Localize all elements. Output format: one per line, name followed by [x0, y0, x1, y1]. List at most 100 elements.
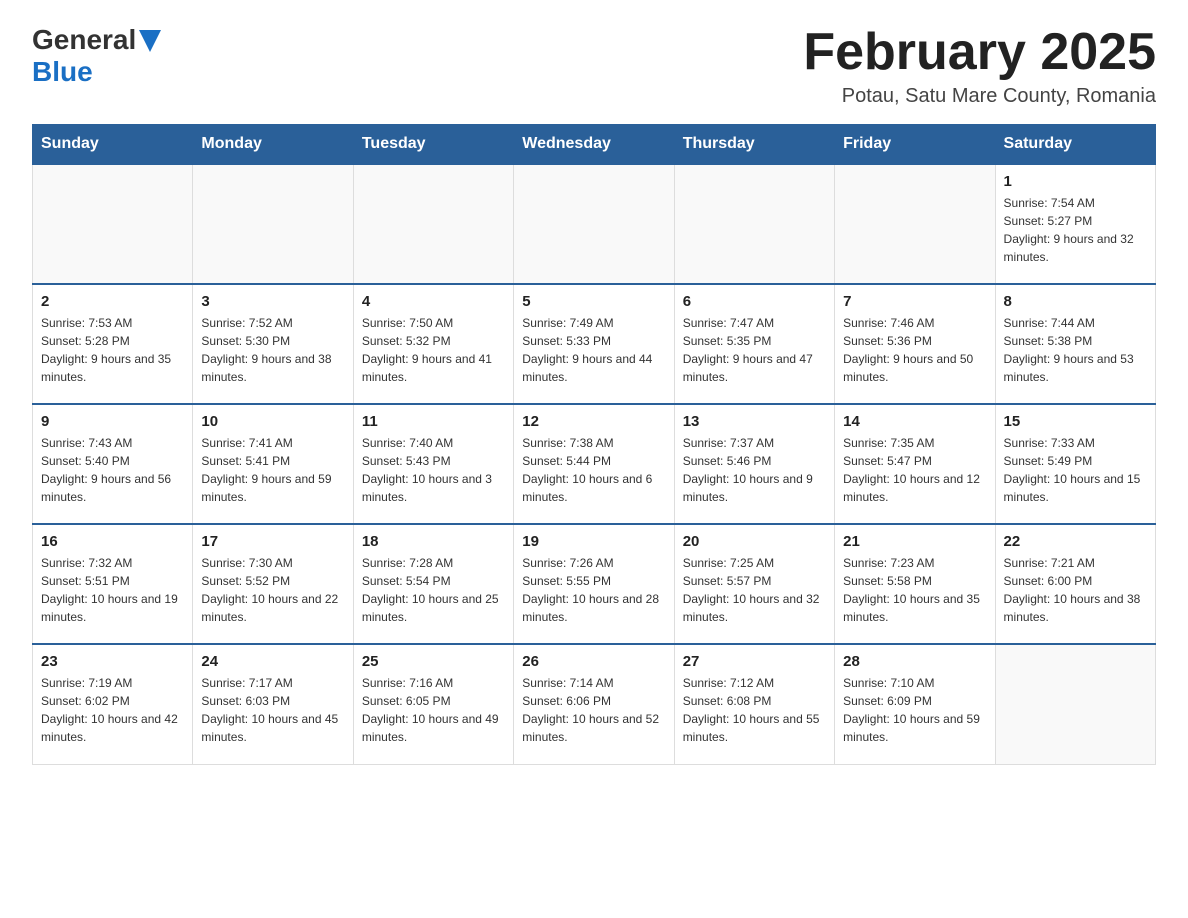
calendar-cell: 19 Sunrise: 7:26 AMSunset: 5:55 PMDayligh…	[514, 524, 674, 644]
days-header-row: SundayMondayTuesdayWednesdayThursdayFrid…	[33, 125, 1156, 165]
day-header-friday: Friday	[835, 125, 995, 165]
day-info: Sunrise: 7:47 AMSunset: 5:35 PMDaylight:…	[683, 314, 826, 386]
day-info: Sunrise: 7:43 AMSunset: 5:40 PMDaylight:…	[41, 434, 184, 506]
calendar-cell	[33, 164, 193, 284]
calendar-cell: 23 Sunrise: 7:19 AMSunset: 6:02 PMDayligh…	[33, 644, 193, 764]
calendar-cell: 16Sunrise: 7:32 AMSunset: 5:51 PMDayligh…	[33, 524, 193, 644]
day-number: 27	[683, 653, 826, 670]
day-info: Sunrise: 7:14 AMSunset: 6:06 PMDaylight:…	[522, 674, 665, 746]
day-info: Sunrise: 7:12 AMSunset: 6:08 PMDaylight:…	[683, 674, 826, 746]
day-info: Sunrise: 7:19 AMSunset: 6:02 PMDaylight:…	[41, 674, 184, 746]
day-number: 22	[1004, 533, 1147, 550]
day-number: 10	[201, 413, 344, 430]
day-info: Sunrise: 7:16 AMSunset: 6:05 PMDaylight:…	[362, 674, 505, 746]
calendar-table: SundayMondayTuesdayWednesdayThursdayFrid…	[32, 124, 1156, 765]
day-number: 5	[522, 293, 665, 310]
day-info: Sunrise: 7:38 AMSunset: 5:44 PMDaylight:…	[522, 434, 665, 506]
calendar-cell	[514, 164, 674, 284]
calendar-cell: 10 Sunrise: 7:41 AMSunset: 5:41 PMDayligh…	[193, 404, 353, 524]
day-number: 12	[522, 413, 665, 430]
day-number: 13	[683, 413, 826, 430]
logo-triangle-icon	[139, 30, 161, 52]
day-number: 2	[41, 293, 184, 310]
week-row-0: 1Sunrise: 7:54 AMSunset: 5:27 PMDaylight…	[33, 164, 1156, 284]
calendar-cell: 22 Sunrise: 7:21 AMSunset: 6:00 PMDayligh…	[995, 524, 1155, 644]
calendar-cell	[674, 164, 834, 284]
day-number: 3	[201, 293, 344, 310]
calendar-cell	[995, 644, 1155, 764]
calendar-cell: 15Sunrise: 7:33 AMSunset: 5:49 PMDayligh…	[995, 404, 1155, 524]
day-header-monday: Monday	[193, 125, 353, 165]
day-header-thursday: Thursday	[674, 125, 834, 165]
calendar-cell: 13 Sunrise: 7:37 AMSunset: 5:46 PMDayligh…	[674, 404, 834, 524]
calendar-cell: 1Sunrise: 7:54 AMSunset: 5:27 PMDaylight…	[995, 164, 1155, 284]
day-info: Sunrise: 7:41 AMSunset: 5:41 PMDaylight:…	[201, 434, 344, 506]
day-info: Sunrise: 7:25 AMSunset: 5:57 PMDaylight:…	[683, 554, 826, 626]
day-info: Sunrise: 7:30 AMSunset: 5:52 PMDaylight:…	[201, 554, 344, 626]
day-info: Sunrise: 7:40 AMSunset: 5:43 PMDaylight:…	[362, 434, 505, 506]
day-info: Sunrise: 7:49 AMSunset: 5:33 PMDaylight:…	[522, 314, 665, 386]
calendar-cell: 6 Sunrise: 7:47 AMSunset: 5:35 PMDaylight…	[674, 284, 834, 404]
logo-general-text: General	[32, 24, 136, 56]
day-info: Sunrise: 7:10 AMSunset: 6:09 PMDaylight:…	[843, 674, 986, 746]
calendar-cell: 9 Sunrise: 7:43 AMSunset: 5:40 PMDaylight…	[33, 404, 193, 524]
day-number: 8	[1004, 293, 1147, 310]
calendar-cell: 27 Sunrise: 7:12 AMSunset: 6:08 PMDayligh…	[674, 644, 834, 764]
day-info: Sunrise: 7:37 AMSunset: 5:46 PMDaylight:…	[683, 434, 826, 506]
calendar-cell: 20Sunrise: 7:25 AMSunset: 5:57 PMDayligh…	[674, 524, 834, 644]
day-info: Sunrise: 7:35 AMSunset: 5:47 PMDaylight:…	[843, 434, 986, 506]
calendar-cell: 4 Sunrise: 7:50 AMSunset: 5:32 PMDaylight…	[353, 284, 513, 404]
day-number: 7	[843, 293, 986, 310]
day-number: 18	[362, 533, 505, 550]
day-header-sunday: Sunday	[33, 125, 193, 165]
calendar-cell: 2 Sunrise: 7:53 AMSunset: 5:28 PMDaylight…	[33, 284, 193, 404]
calendar-cell: 18 Sunrise: 7:28 AMSunset: 5:54 PMDayligh…	[353, 524, 513, 644]
day-info: Sunrise: 7:21 AMSunset: 6:00 PMDaylight:…	[1004, 554, 1147, 626]
calendar-cell: 25 Sunrise: 7:16 AMSunset: 6:05 PMDayligh…	[353, 644, 513, 764]
calendar-cell: 14 Sunrise: 7:35 AMSunset: 5:47 PMDayligh…	[835, 404, 995, 524]
day-number: 4	[362, 293, 505, 310]
day-number: 9	[41, 413, 184, 430]
calendar-cell: 21Sunrise: 7:23 AMSunset: 5:58 PMDayligh…	[835, 524, 995, 644]
day-info: Sunrise: 7:46 AMSunset: 5:36 PMDaylight:…	[843, 314, 986, 386]
title-group: February 2025 Potau, Satu Mare County, R…	[803, 24, 1156, 108]
calendar-header: SundayMondayTuesdayWednesdayThursdayFrid…	[33, 125, 1156, 165]
day-info: Sunrise: 7:33 AMSunset: 5:49 PMDaylight:…	[1004, 434, 1147, 506]
calendar-cell: 28 Sunrise: 7:10 AMSunset: 6:09 PMDayligh…	[835, 644, 995, 764]
calendar-cell	[193, 164, 353, 284]
day-info: Sunrise: 7:28 AMSunset: 5:54 PMDaylight:…	[362, 554, 505, 626]
day-number: 24	[201, 653, 344, 670]
calendar-cell: 8Sunrise: 7:44 AMSunset: 5:38 PMDaylight…	[995, 284, 1155, 404]
day-number: 23	[41, 653, 184, 670]
day-info: Sunrise: 7:53 AMSunset: 5:28 PMDaylight:…	[41, 314, 184, 386]
page-header: General Blue February 2025 Potau, Satu M…	[32, 24, 1156, 108]
day-info: Sunrise: 7:52 AMSunset: 5:30 PMDaylight:…	[201, 314, 344, 386]
logo-blue-text: Blue	[32, 56, 93, 88]
day-number: 17	[201, 533, 344, 550]
day-number: 28	[843, 653, 986, 670]
calendar-cell: 24 Sunrise: 7:17 AMSunset: 6:03 PMDayligh…	[193, 644, 353, 764]
day-number: 1	[1004, 173, 1147, 190]
calendar-body: 1Sunrise: 7:54 AMSunset: 5:27 PMDaylight…	[33, 164, 1156, 764]
day-info: Sunrise: 7:50 AMSunset: 5:32 PMDaylight:…	[362, 314, 505, 386]
day-number: 14	[843, 413, 986, 430]
calendar-cell: 3 Sunrise: 7:52 AMSunset: 5:30 PMDaylight…	[193, 284, 353, 404]
day-number: 19	[522, 533, 665, 550]
calendar-cell	[835, 164, 995, 284]
calendar-cell: 11 Sunrise: 7:40 AMSunset: 5:43 PMDayligh…	[353, 404, 513, 524]
day-number: 16	[41, 533, 184, 550]
day-header-tuesday: Tuesday	[353, 125, 513, 165]
week-row-4: 23 Sunrise: 7:19 AMSunset: 6:02 PMDayligh…	[33, 644, 1156, 764]
day-info: Sunrise: 7:17 AMSunset: 6:03 PMDaylight:…	[201, 674, 344, 746]
day-number: 25	[362, 653, 505, 670]
day-number: 6	[683, 293, 826, 310]
day-number: 11	[362, 413, 505, 430]
day-info: Sunrise: 7:26 AMSunset: 5:55 PMDaylight:…	[522, 554, 665, 626]
day-number: 26	[522, 653, 665, 670]
logo: General Blue	[32, 24, 161, 88]
day-header-saturday: Saturday	[995, 125, 1155, 165]
calendar-cell: 12 Sunrise: 7:38 AMSunset: 5:44 PMDayligh…	[514, 404, 674, 524]
week-row-2: 9 Sunrise: 7:43 AMSunset: 5:40 PMDaylight…	[33, 404, 1156, 524]
calendar-cell: 5 Sunrise: 7:49 AMSunset: 5:33 PMDaylight…	[514, 284, 674, 404]
calendar-cell	[353, 164, 513, 284]
